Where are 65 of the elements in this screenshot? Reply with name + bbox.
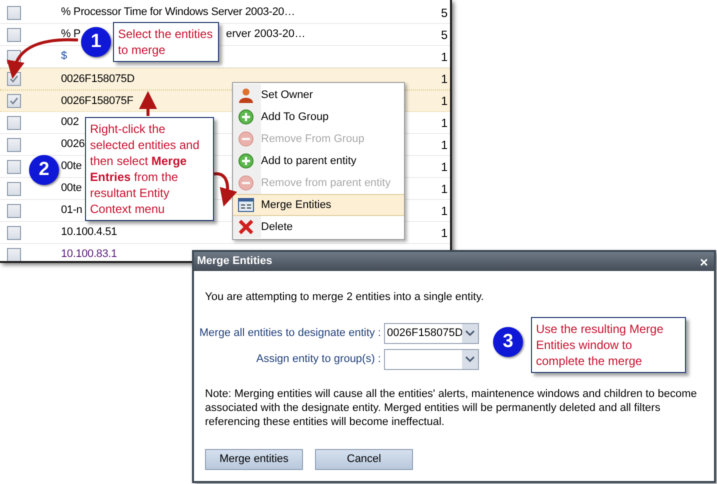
table-cell-text: 1 [441,93,449,110]
checkbox[interactable] [7,182,21,196]
dropdown[interactable]: 0026F158075D [384,322,479,344]
person-icon [238,87,254,103]
arrow [139,91,157,116]
entity-name: 002 [61,115,79,130]
plus-icon [238,153,254,169]
menu-item[interactable]: Add to parent entity [233,150,404,172]
field-label: Merge all entities to designate entity : [198,326,382,341]
table-cell-text: 5 [441,26,449,44]
minus-icon [238,175,254,191]
entity-name: 0026 [61,137,85,152]
callout-text: Use the resulting Merge Entities window to complete the merge [536,321,664,369]
entity-name: $ [61,49,67,64]
menu-item[interactable]: Set Owner [233,84,404,106]
checkbox[interactable] [7,160,21,174]
checkbox[interactable] [7,138,21,152]
entity-name: erver 2003-20… [226,27,306,42]
entity-name: 01-n [61,203,82,218]
entity-name: % Processor Time for Windows Server 2003-20… [61,5,295,20]
callout-text: Right-click the selected entities and then select Merge Entries from the resultant Entity Context menu [90,121,200,217]
table-cell-text: 1 [441,136,449,154]
dialog-button[interactable]: Merge entities [205,448,303,470]
checkbox[interactable] [7,94,21,108]
check-icon [9,74,19,84]
minus-icon [238,131,254,147]
callout-text: Select the entities to merge [118,26,214,58]
checkbox[interactable] [7,248,21,261]
dropdown[interactable] [384,348,479,370]
entity-name: % P [61,27,81,42]
menu-item[interactable]: Add To Group [233,106,404,128]
entity-name: 00te [61,159,82,174]
entity-name: 10.100.83.1 [61,247,117,261]
entity-name: 00te [61,181,82,196]
entity-name: 10.100.4.51 [61,225,117,240]
close-icon [238,219,254,235]
arrow [214,172,237,207]
dialog-button[interactable]: Cancel [315,448,413,470]
checkbox[interactable] [7,6,21,20]
window-title: Merge Entities [197,254,272,270]
table-cell-text: 1 [441,48,449,66]
table-cell-text: 1 [441,158,449,176]
checkbox[interactable] [7,116,21,130]
entity-name: 0026F158075F [61,94,134,109]
table-cell-text: 1 [441,114,449,132]
table-cell-text: 1 [441,202,449,220]
chevron-down-icon [462,324,478,342]
table-cell-text: 1 [441,180,449,198]
menu-item[interactable]: Delete [233,216,404,238]
table-cell-text: 1 [441,71,449,88]
checkbox[interactable] [7,226,21,240]
checkbox[interactable] [7,28,21,42]
plus-icon [238,109,254,125]
menu-item[interactable]: Merge Entities [233,194,404,216]
entity-name: 0026F158075D [61,72,134,87]
table-cell-text: 1 [441,224,449,242]
intro-text: You are attempting to merge 2 entities into a single entity. [205,290,485,305]
check-icon [9,96,19,106]
window-icon [238,197,254,213]
checkbox[interactable] [7,204,21,218]
field-label: Assign entity to group(s) : [255,352,382,367]
close-button[interactable]: × [697,254,711,268]
chevron-down-icon [462,350,478,368]
note-text: Note: Merging entities will cause all the entities' alerts, maintenence windows and children to become associated with the designate entity. Merged entities will be permanently deleted and all filters referencing these entities will become ineffectual. [205,386,698,428]
table-cell-text: 5 [441,4,449,22]
